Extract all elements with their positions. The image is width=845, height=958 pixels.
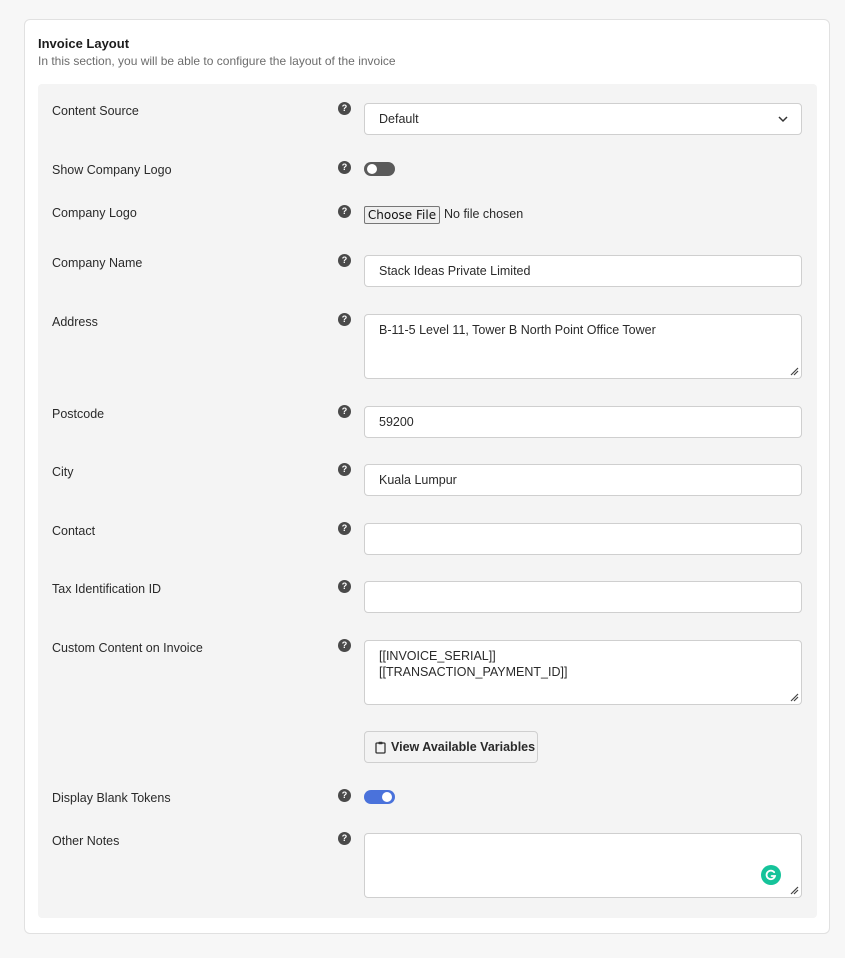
company-name-help-icon[interactable]: ? xyxy=(338,254,351,267)
address-value: B-11-5 Level 11, Tower B North Point Off… xyxy=(379,323,656,337)
toggle-knob xyxy=(382,792,392,802)
settings-form: Content Source ? Default Show Company Lo… xyxy=(38,84,817,918)
postcode-input[interactable]: 59200 xyxy=(364,406,802,438)
city-input[interactable]: Kuala Lumpur xyxy=(364,464,802,496)
view-available-variables-button[interactable]: View Available Variables xyxy=(364,731,538,763)
other-notes-help-icon[interactable]: ? xyxy=(338,832,351,845)
resize-handle-icon[interactable] xyxy=(789,366,799,376)
postcode-help-icon[interactable]: ? xyxy=(338,405,351,418)
resize-handle-icon[interactable] xyxy=(789,885,799,895)
address-help-icon[interactable]: ? xyxy=(338,313,351,326)
display-blank-tokens-help-icon[interactable]: ? xyxy=(338,789,351,802)
tax-id-input[interactable] xyxy=(364,581,802,613)
content-source-help-icon[interactable]: ? xyxy=(338,102,351,115)
show-company-logo-help-icon[interactable]: ? xyxy=(338,161,351,174)
tax-id-help-icon[interactable]: ? xyxy=(338,580,351,593)
display-blank-tokens-toggle[interactable] xyxy=(364,790,395,804)
contact-help-icon[interactable]: ? xyxy=(338,522,351,535)
content-source-select[interactable]: Default xyxy=(364,103,802,135)
choose-file-button[interactable]: Choose File xyxy=(364,206,440,224)
custom-content-line-2: [[TRANSACTION_PAYMENT_ID]] xyxy=(379,665,568,679)
file-status-text: No file chosen xyxy=(444,207,524,221)
toggle-knob xyxy=(367,164,377,174)
clipboard-icon xyxy=(375,741,386,754)
contact-label: Contact xyxy=(52,524,96,538)
custom-content-help-icon[interactable]: ? xyxy=(338,639,351,652)
postcode-label: Postcode xyxy=(52,407,105,421)
display-blank-tokens-label: Display Blank Tokens xyxy=(52,791,171,805)
address-label: Address xyxy=(52,315,98,329)
chevron-down-icon xyxy=(778,116,788,123)
contact-input[interactable] xyxy=(364,523,802,555)
custom-content-label: Custom Content on Invoice xyxy=(52,641,203,655)
company-name-input[interactable]: Stack Ideas Private Limited xyxy=(364,255,802,287)
custom-content-line-1: [[INVOICE_SERIAL]] xyxy=(379,649,496,663)
city-label: City xyxy=(52,465,74,479)
other-notes-label: Other Notes xyxy=(52,834,120,848)
invoice-layout-panel: Invoice Layout In this section, you will… xyxy=(24,19,830,934)
company-name-label: Company Name xyxy=(52,256,143,270)
custom-content-textarea[interactable]: [[INVOICE_SERIAL]] [[TRANSACTION_PAYMENT… xyxy=(364,640,802,705)
show-company-logo-toggle[interactable] xyxy=(364,162,395,176)
address-textarea[interactable]: B-11-5 Level 11, Tower B North Point Off… xyxy=(364,314,802,379)
content-source-label: Content Source xyxy=(52,104,139,118)
show-company-logo-label: Show Company Logo xyxy=(52,163,172,177)
other-notes-textarea[interactable] xyxy=(364,833,802,898)
company-logo-label: Company Logo xyxy=(52,206,137,220)
resize-handle-icon[interactable] xyxy=(789,692,799,702)
company-logo-help-icon[interactable]: ? xyxy=(338,205,351,218)
section-title: Invoice Layout xyxy=(38,36,130,51)
view-variables-label: View Available Variables xyxy=(391,740,536,754)
section-description: In this section, you will be able to con… xyxy=(38,54,396,68)
city-help-icon[interactable]: ? xyxy=(338,463,351,476)
content-source-value: Default xyxy=(379,112,419,126)
tax-id-label: Tax Identification ID xyxy=(52,582,162,596)
grammarly-g-glyph xyxy=(765,869,777,881)
grammarly-icon[interactable] xyxy=(761,865,781,885)
